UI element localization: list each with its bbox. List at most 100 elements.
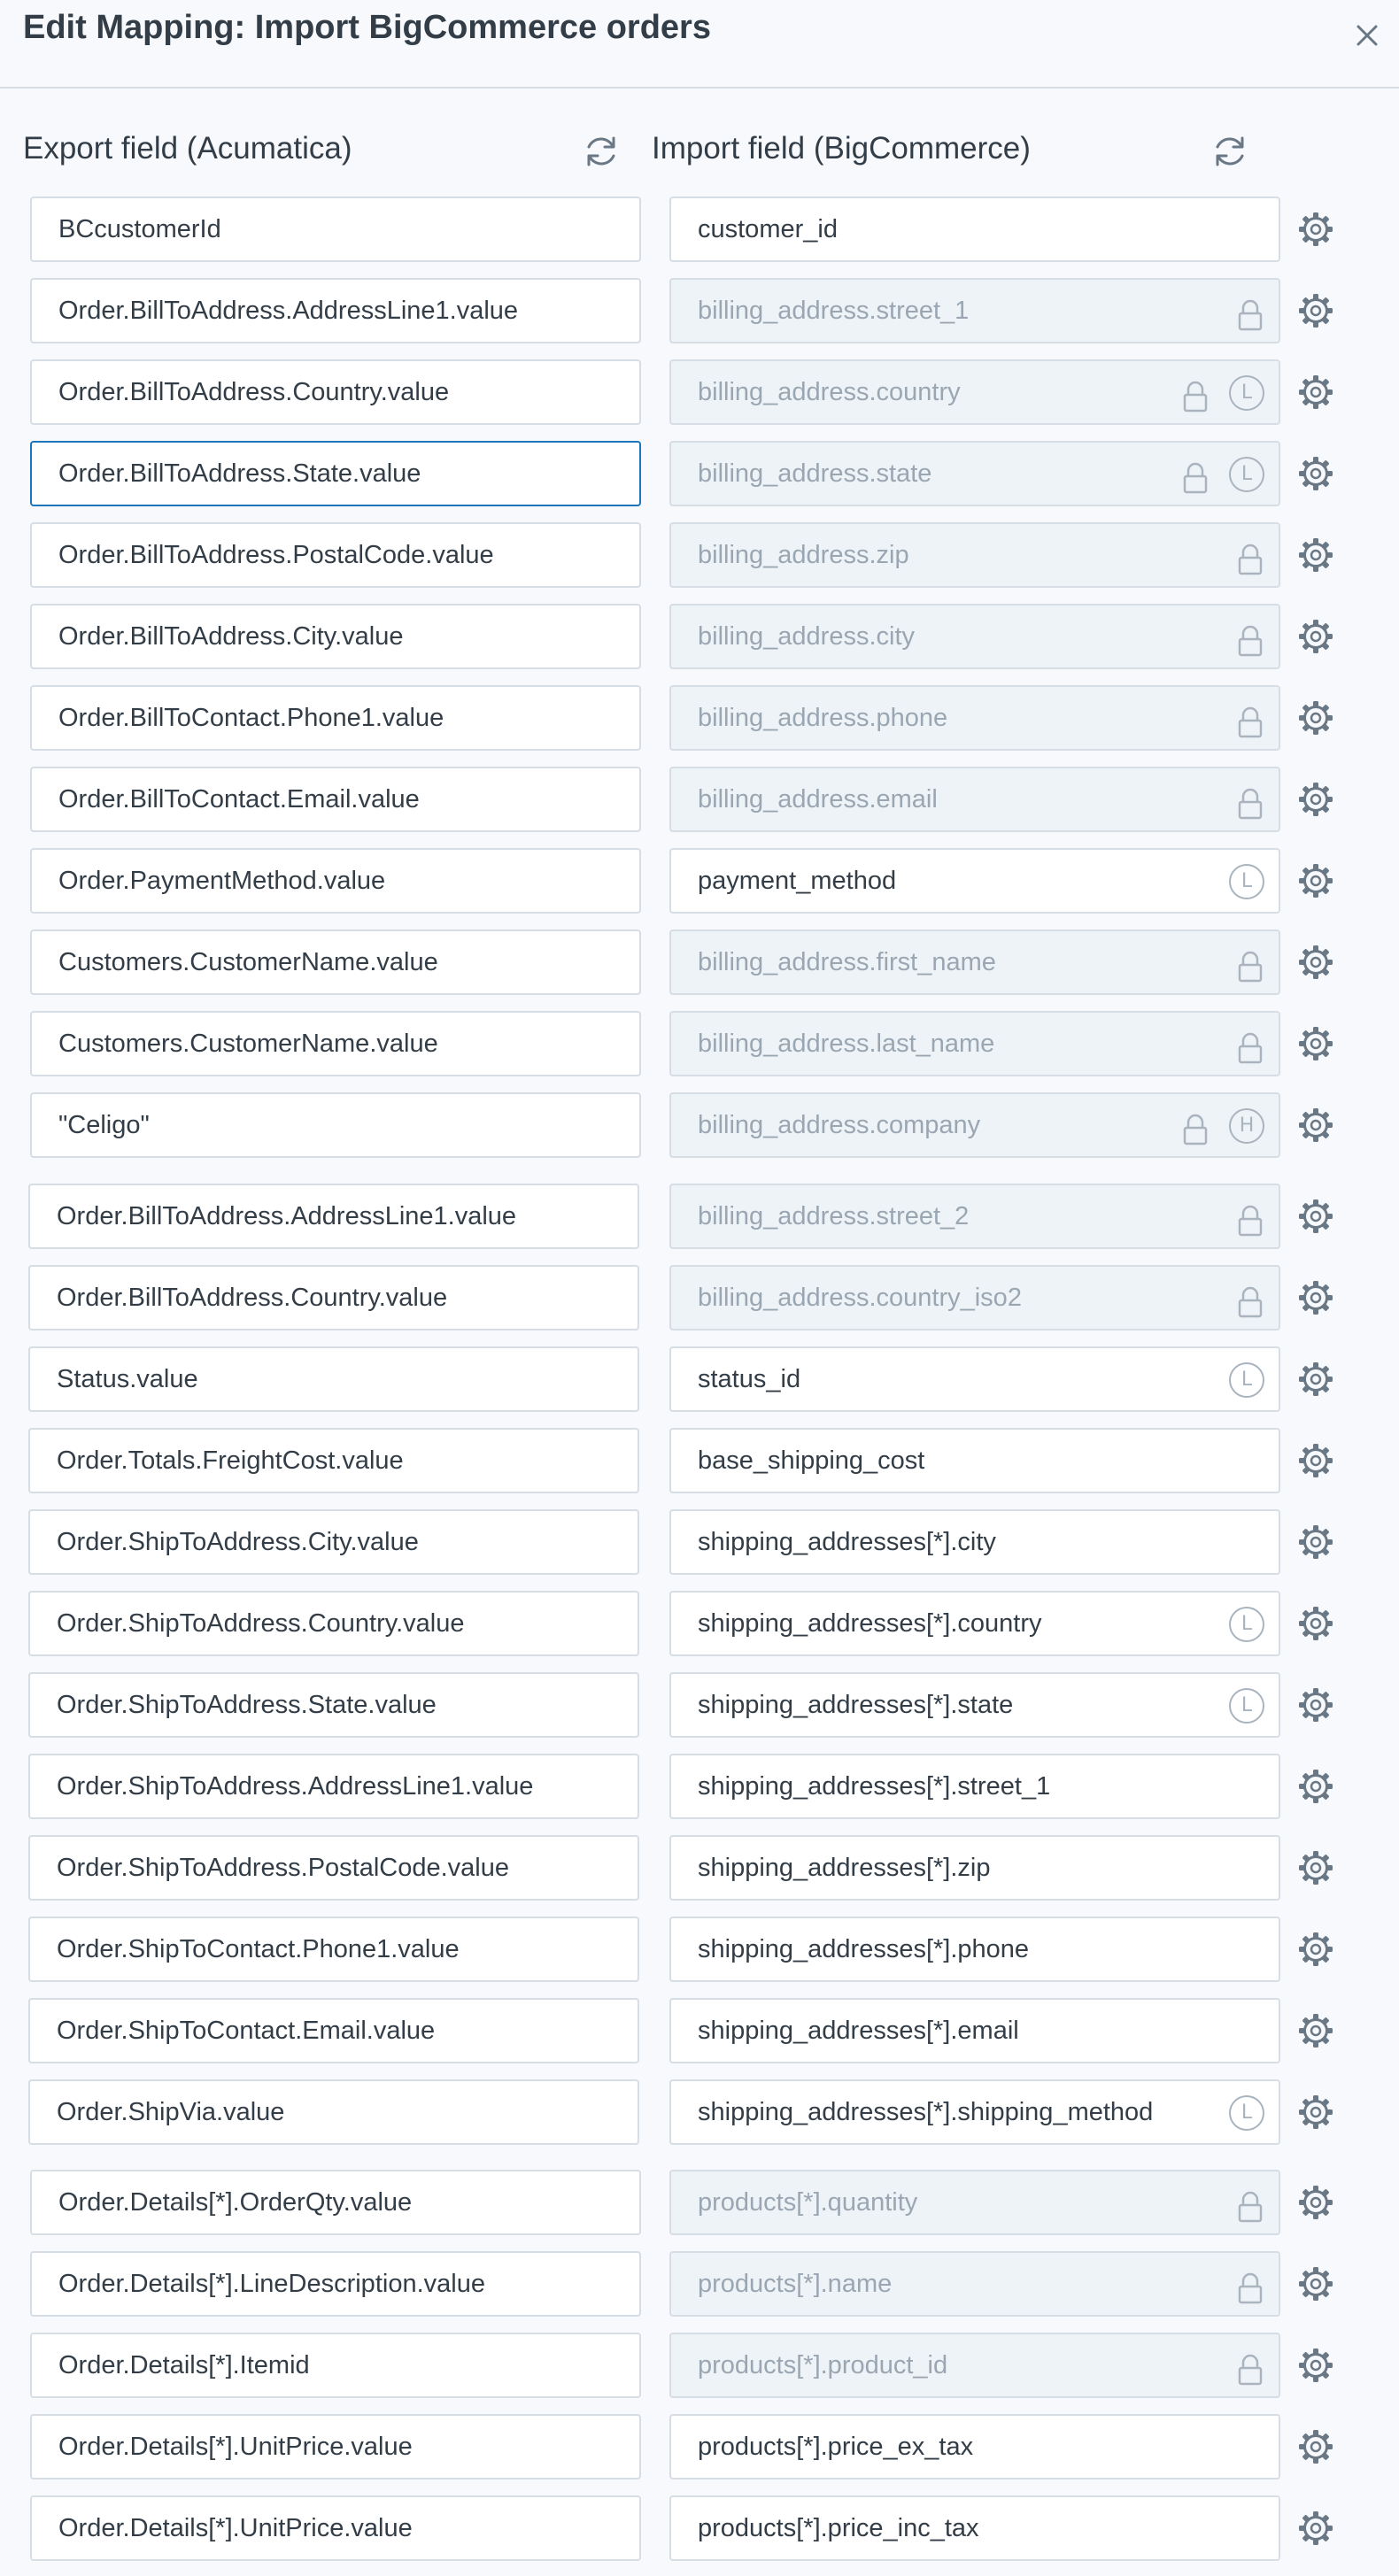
export-field-input[interactable]: Order.BillToContact.Email.value (30, 767, 641, 832)
import-field-input[interactable]: billing_address.phone (669, 685, 1280, 751)
export-field-value: Status.value (57, 1365, 198, 1393)
import-field-value: shipping_addresses[*].email (698, 2017, 1019, 2045)
export-field-input[interactable]: Order.BillToAddress.City.value (30, 604, 641, 669)
export-field-input[interactable]: Order.Details[*].Itemid (30, 2333, 641, 2398)
lock-icon (1233, 945, 1268, 983)
export-field-input[interactable]: Order.ShipToContact.Phone1.value (28, 1917, 639, 1982)
import-field-input[interactable]: status_id L (669, 1346, 1280, 1412)
settings-gear-icon[interactable] (1296, 1685, 1335, 1724)
export-field-value: Order.Details[*].UnitPrice.value (58, 2433, 413, 2461)
import-field-input[interactable]: billing_address.state L (669, 441, 1280, 506)
export-field-input[interactable]: Customers.CustomerName.value (30, 929, 641, 995)
export-field-input[interactable]: Order.Totals.FreightCost.value (28, 1428, 639, 1493)
export-field-input[interactable]: Order.Details[*].UnitPrice.value (30, 2414, 641, 2480)
settings-gear-icon[interactable] (1296, 1604, 1335, 1643)
settings-gear-icon[interactable] (1296, 2093, 1335, 2132)
import-field-input[interactable]: billing_address.country_iso2 (669, 1265, 1280, 1330)
settings-gear-icon[interactable] (1296, 2264, 1335, 2303)
export-field-value: Order.Details[*].UnitPrice.value (58, 2514, 413, 2542)
import-field-input[interactable]: billing_address.company H (669, 1092, 1280, 1158)
settings-gear-icon[interactable] (1296, 698, 1335, 737)
import-field-input[interactable]: products[*].name (669, 2251, 1280, 2317)
import-field-input[interactable]: billing_address.country L (669, 359, 1280, 425)
export-field-value: Order.ShipToAddress.Country.value (57, 1609, 465, 1638)
settings-gear-icon[interactable] (1296, 1441, 1335, 1480)
export-field-input[interactable]: Order.Details[*].UnitPrice.value (30, 2495, 641, 2561)
import-field-input[interactable]: shipping_addresses[*].street_1 (669, 1754, 1280, 1819)
settings-gear-icon[interactable] (1296, 454, 1335, 493)
import-field-input[interactable]: shipping_addresses[*].zip (669, 1835, 1280, 1901)
export-field-input[interactable]: Order.BillToAddress.State.value (30, 441, 641, 506)
import-field-value: billing_address.country_iso2 (698, 1284, 1022, 1312)
settings-gear-icon[interactable] (1296, 536, 1335, 575)
export-field-input[interactable]: Order.ShipToContact.Email.value (28, 1998, 639, 2063)
export-field-input[interactable]: Order.BillToAddress.Country.value (30, 359, 641, 425)
import-field-input[interactable]: billing_address.city (669, 604, 1280, 669)
settings-gear-icon[interactable] (1296, 291, 1335, 330)
export-field-input[interactable]: "Celigo" (30, 1092, 641, 1158)
settings-gear-icon[interactable] (1296, 1930, 1335, 1969)
import-field-input[interactable]: shipping_addresses[*].phone (669, 1917, 1280, 1982)
settings-gear-icon[interactable] (1296, 1767, 1335, 1806)
import-field-input[interactable]: products[*].price_ex_tax (669, 2414, 1280, 2480)
import-field-value: base_shipping_cost (698, 1446, 925, 1475)
settings-gear-icon[interactable] (1296, 373, 1335, 412)
import-field-input[interactable]: products[*].price_inc_tax (669, 2495, 1280, 2561)
export-field-input[interactable]: Order.BillToAddress.PostalCode.value (30, 522, 641, 588)
import-field-input[interactable]: shipping_addresses[*].email (669, 1998, 1280, 2063)
import-field-input[interactable]: base_shipping_cost (669, 1428, 1280, 1493)
export-field-input[interactable]: Order.BillToAddress.AddressLine1.value (28, 1184, 639, 1249)
export-field-input[interactable]: Status.value (28, 1346, 639, 1412)
import-field-input[interactable]: payment_method L (669, 848, 1280, 914)
import-field-input[interactable]: billing_address.email (669, 767, 1280, 832)
settings-gear-icon[interactable] (1296, 2509, 1335, 2548)
export-field-input[interactable]: Order.BillToAddress.Country.value (28, 1265, 639, 1330)
import-field-input[interactable]: products[*].product_id (669, 2333, 1280, 2398)
settings-gear-icon[interactable] (1296, 2346, 1335, 2385)
import-field-input[interactable]: products[*].quantity (669, 2170, 1280, 2235)
settings-gear-icon[interactable] (1296, 861, 1335, 900)
import-field-input[interactable]: billing_address.street_2 (669, 1184, 1280, 1249)
export-field-input[interactable]: Order.ShipToAddress.AddressLine1.value (28, 1754, 639, 1819)
export-field-input[interactable]: Order.PaymentMethod.value (30, 848, 641, 914)
settings-gear-icon[interactable] (1296, 2427, 1335, 2466)
export-field-input[interactable]: Order.Details[*].OrderQty.value (30, 2170, 641, 2235)
export-field-input[interactable]: Customers.CustomerName.value (30, 1011, 641, 1076)
export-field-input[interactable]: Order.ShipToAddress.City.value (28, 1509, 639, 1575)
export-field-input[interactable]: BCcustomerId (30, 197, 641, 262)
import-field-input[interactable]: shipping_addresses[*].shipping_method L (669, 2079, 1280, 2145)
import-field-input[interactable]: billing_address.street_1 (669, 278, 1280, 343)
import-field-input[interactable]: billing_address.zip (669, 522, 1280, 588)
lookup-badge-icon: L (1229, 1362, 1264, 1398)
settings-gear-icon[interactable] (1296, 1197, 1335, 1236)
settings-gear-icon[interactable] (1296, 1106, 1335, 1145)
settings-gear-icon[interactable] (1296, 2183, 1335, 2222)
import-field-input[interactable]: billing_address.last_name (669, 1011, 1280, 1076)
export-field-input[interactable]: Order.BillToAddress.AddressLine1.value (30, 278, 641, 343)
import-field-input[interactable]: customer_id (669, 197, 1280, 262)
settings-gear-icon[interactable] (1296, 2011, 1335, 2050)
settings-gear-icon[interactable] (1296, 1278, 1335, 1317)
import-field-value: billing_address.city (698, 622, 916, 651)
export-field-input[interactable]: Order.BillToContact.Phone1.value (30, 685, 641, 751)
export-field-input[interactable]: Order.Details[*].LineDescription.value (30, 2251, 641, 2317)
import-field-input[interactable]: shipping_addresses[*].state L (669, 1672, 1280, 1738)
export-field-input[interactable]: Order.ShipVia.value (28, 2079, 639, 2145)
settings-gear-icon[interactable] (1296, 617, 1335, 656)
import-field-input[interactable]: billing_address.first_name (669, 929, 1280, 995)
export-field-input[interactable]: Order.ShipToAddress.Country.value (28, 1591, 639, 1656)
export-field-value: Order.Details[*].LineDescription.value (58, 2270, 485, 2298)
settings-gear-icon[interactable] (1296, 1360, 1335, 1399)
export-field-input[interactable]: Order.ShipToAddress.PostalCode.value (28, 1835, 639, 1901)
settings-gear-icon[interactable] (1296, 1523, 1335, 1562)
import-field-value: shipping_addresses[*].zip (698, 1854, 991, 1882)
import-field-input[interactable]: shipping_addresses[*].country L (669, 1591, 1280, 1656)
settings-gear-icon[interactable] (1296, 1024, 1335, 1063)
import-field-value: products[*].quantity (698, 2188, 918, 2217)
settings-gear-icon[interactable] (1296, 780, 1335, 819)
settings-gear-icon[interactable] (1296, 943, 1335, 982)
settings-gear-icon[interactable] (1296, 210, 1335, 249)
export-field-input[interactable]: Order.ShipToAddress.State.value (28, 1672, 639, 1738)
import-field-input[interactable]: shipping_addresses[*].city (669, 1509, 1280, 1575)
settings-gear-icon[interactable] (1296, 1848, 1335, 1887)
